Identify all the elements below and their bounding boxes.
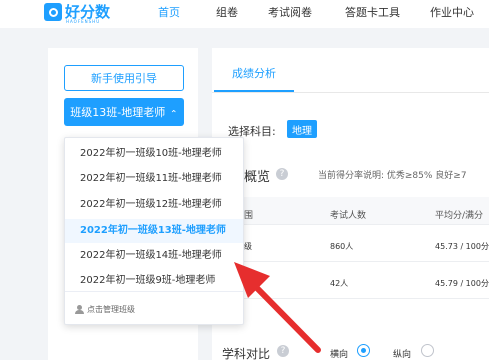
logo-text: 好分数 [65,2,111,21]
top-navigation-bar: 好分数 HAOFENSHU 首页 组卷 考试阅卷 答题卡工具 作业中心 [0,0,489,28]
radio-horizontal-label: 横向 [330,350,349,360]
subject-chip-geography[interactable]: 地理 [287,120,317,138]
table-header-exam-count: 考试人数 [330,211,367,221]
table-cell-exam-count: 42人 [330,279,349,288]
nav-compose-paper[interactable]: 组卷 [216,4,238,20]
table-cell-avg-score: 45.73 / 100分 [435,242,489,251]
class-select-button[interactable]: 班级13班-地理老师 ⌄ [64,98,184,126]
nav-home[interactable]: 首页 [158,4,180,20]
class-select-label: 班级13班-地理老师 [70,106,166,119]
tab-score-analysis[interactable]: 成绩分析 [232,65,276,81]
beginner-guide-button[interactable]: 新手使用引导 [64,65,184,91]
manage-class-label: 点击管理班级 [87,305,135,314]
subject-compare-title: 学科对比 [222,347,271,360]
radio-horizontal[interactable] [357,344,370,357]
person-icon [75,305,84,314]
score-rate-note: 当前得分率说明: 优秀≥85% 良好≥7 [318,171,467,181]
table-cell-exam-count: 860人 [330,242,354,251]
class-dropdown-menu: 2022年初一班级10班-地理老师 2022年初一班级11班-地理老师 2022… [64,137,244,325]
manage-class-link[interactable]: 点击管理班级 [75,304,135,315]
tab-divider [212,92,489,93]
logo-subtitle: HAOFENSHU [66,19,101,24]
overview-title: 概览 [244,170,271,185]
dropdown-item-class-12[interactable]: 2022年初一班级12班-地理老师 [65,193,243,217]
dropdown-divider [65,291,243,292]
table-cell-scope: 级 [244,242,252,251]
dropdown-item-class-13[interactable]: 2022年初一班级13班-地理老师 [65,219,243,243]
dropdown-item-class-14[interactable]: 2022年初一班级14班-地理老师 [65,244,243,268]
nav-answer-card-tool[interactable]: 答题卡工具 [345,4,400,20]
table-header-scope: 围 [244,211,254,221]
logo-mark-icon [44,3,62,21]
nav-exam-marking[interactable]: 考试阅卷 [268,4,312,20]
nav-homework-center[interactable]: 作业中心 [430,4,474,20]
chevron-up-icon: ⌄ [170,107,178,117]
table-cell-avg-score: 45.79 / 100分 [435,279,489,288]
dropdown-item-class-10[interactable]: 2022年初一班级10班-地理老师 [65,142,243,166]
dropdown-item-class-11[interactable]: 2022年初一班级11班-地理老师 [65,167,243,191]
radio-vertical[interactable] [421,344,434,357]
help-icon[interactable]: ? [277,345,289,357]
dropdown-item-class-9[interactable]: 2022年初一班级9班-地理老师 [65,269,243,293]
help-icon[interactable]: ? [276,168,288,180]
table-header-avg-score: 平均分/满分 [435,211,484,221]
radio-vertical-label: 纵向 [393,350,412,360]
